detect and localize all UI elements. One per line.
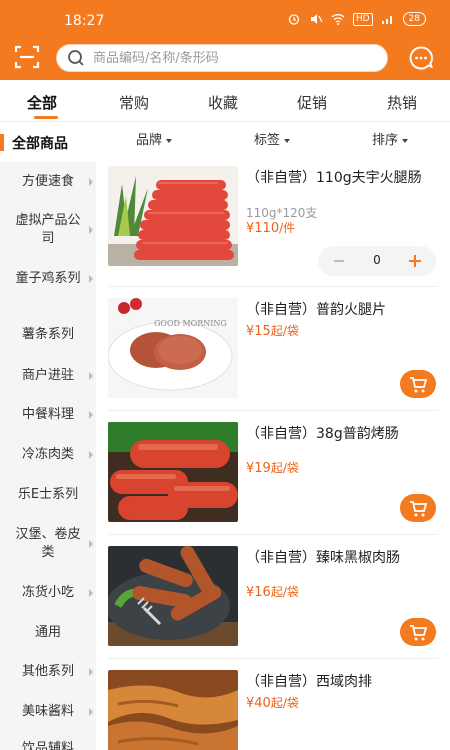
status-icons: HD 28: [287, 12, 426, 26]
sidebar-item-all[interactable]: 全部商品: [0, 122, 96, 162]
sidebar-item[interactable]: 乐E士系列: [0, 486, 96, 504]
sidebar-item[interactable]: 中餐料理: [0, 406, 96, 424]
tab-hot-sales[interactable]: 热销: [387, 92, 417, 113]
chevron-right-icon: [89, 540, 93, 548]
chevron-right-icon: [89, 178, 93, 186]
status-bar: 18:27 HD 28: [0, 0, 450, 38]
sidebar-item[interactable]: 冷冻肉类: [0, 446, 96, 464]
product-image[interactable]: [108, 546, 238, 646]
sidebar-item[interactable]: 商户进驻: [0, 367, 96, 385]
product-image[interactable]: [108, 422, 238, 522]
filter-bar: 品牌 标签 排序: [96, 122, 450, 158]
product-image[interactable]: [108, 670, 238, 750]
product-card[interactable]: （非自营）西域肉排 ¥40起/袋: [108, 670, 438, 750]
product-image[interactable]: GOOD MORNING: [108, 298, 238, 398]
alarm-icon: [288, 14, 299, 25]
cart-icon: [410, 501, 428, 517]
add-to-cart-button[interactable]: [400, 618, 436, 646]
svg-text:GOOD MORNING: GOOD MORNING: [154, 319, 227, 328]
filter-tag[interactable]: 标签: [254, 129, 291, 148]
chevron-right-icon: [89, 275, 93, 283]
divider: [108, 658, 438, 659]
sidebar-item[interactable]: 其他系列: [0, 663, 96, 681]
sidebar-item[interactable]: 童子鸡系列: [0, 270, 96, 288]
status-time: 18:27: [64, 13, 105, 29]
product-card[interactable]: GOOD MORNING （非自营）普韵火腿片 ¥15起/袋: [108, 298, 438, 408]
quantity-stepper[interactable]: 0: [318, 246, 436, 276]
wifi-icon: [331, 14, 345, 25]
sidebar-item[interactable]: 方便速食: [0, 173, 96, 191]
cart-icon: [410, 377, 428, 393]
chevron-right-icon: [89, 451, 93, 459]
cart-icon: [410, 625, 428, 641]
product-price: ¥15起/袋: [246, 324, 299, 339]
plate-caption: GOOD MORNING: [154, 319, 227, 328]
sidebar-item[interactable]: 美味酱料: [0, 703, 96, 721]
battery-indicator: 28: [402, 12, 426, 26]
caret-down-icon: [402, 138, 409, 143]
search-icon: [68, 50, 84, 66]
filter-sort[interactable]: 排序: [372, 129, 409, 148]
tab-favorites[interactable]: 收藏: [208, 92, 238, 113]
app-header: 18:27 HD 28: [0, 0, 450, 80]
sidebar-item[interactable]: 通用: [0, 624, 96, 642]
add-to-cart-button[interactable]: [400, 370, 436, 398]
hd-badge: HD: [352, 12, 373, 26]
divider: [108, 534, 438, 535]
chevron-right-icon: [89, 411, 93, 419]
caret-down-icon: [166, 138, 173, 143]
add-to-cart-button[interactable]: [400, 494, 436, 522]
product-card[interactable]: （非自营）臻味黑椒肉肠 ¥16起/袋: [108, 546, 438, 656]
chevron-right-icon: [89, 372, 93, 380]
product-image[interactable]: [108, 166, 238, 266]
product-price: ¥16起/袋: [246, 585, 299, 600]
product-price: ¥40起/袋: [246, 696, 299, 711]
scan-icon[interactable]: [14, 44, 40, 70]
sidebar-item[interactable]: 薯条系列: [0, 326, 96, 344]
sidebar-active-indicator: [0, 134, 4, 151]
tab-frequent[interactable]: 常购: [119, 92, 149, 113]
tab-all[interactable]: 全部: [27, 92, 57, 113]
signal-icon: [381, 16, 392, 24]
caret-down-icon: [284, 138, 291, 143]
chevron-right-icon: [89, 226, 93, 234]
chevron-right-icon: [89, 668, 93, 676]
chat-icon[interactable]: [408, 45, 434, 71]
product-name[interactable]: （非自营）西域肉排: [246, 672, 438, 692]
tab-active-indicator: [34, 116, 58, 119]
product-name[interactable]: （非自营）38g普韵烤肠: [246, 424, 438, 444]
product-card[interactable]: （非自营）38g普韵烤肠 ¥19起/袋: [108, 422, 438, 532]
search-bar[interactable]: [56, 44, 388, 72]
divider: [108, 286, 438, 287]
divider: [108, 410, 438, 411]
product-price: ¥19起/袋: [246, 461, 299, 476]
product-name[interactable]: （非自营）普韵火腿片: [246, 300, 438, 320]
product-name[interactable]: （非自营）110g夫宇火腿肠: [246, 168, 438, 188]
tab-promotions[interactable]: 促销: [297, 92, 327, 113]
chevron-right-icon: [89, 708, 93, 716]
product-card[interactable]: （非自营）110g夫宇火腿肠 110g*120支 ¥110/件 0: [108, 166, 438, 286]
search-input[interactable]: [93, 50, 373, 66]
mute-icon: [310, 14, 323, 24]
sidebar-item[interactable]: 冻货小吃: [0, 584, 96, 602]
sidebar-item[interactable]: 汉堡、卷皮类: [0, 526, 96, 562]
filter-brand[interactable]: 品牌: [136, 129, 173, 148]
sidebar-item[interactable]: 饮品辅料: [0, 740, 96, 750]
product-price: ¥110/件: [246, 221, 296, 236]
sidebar-item-label: 全部商品: [12, 136, 68, 152]
product-name[interactable]: （非自营）臻味黑椒肉肠: [246, 548, 438, 568]
plus-icon[interactable]: [408, 254, 422, 268]
chevron-right-icon: [89, 589, 93, 597]
category-tabs: 全部 常购 收藏 促销 热销: [0, 80, 450, 122]
sidebar-item[interactable]: 虚拟产品公司: [0, 212, 96, 248]
